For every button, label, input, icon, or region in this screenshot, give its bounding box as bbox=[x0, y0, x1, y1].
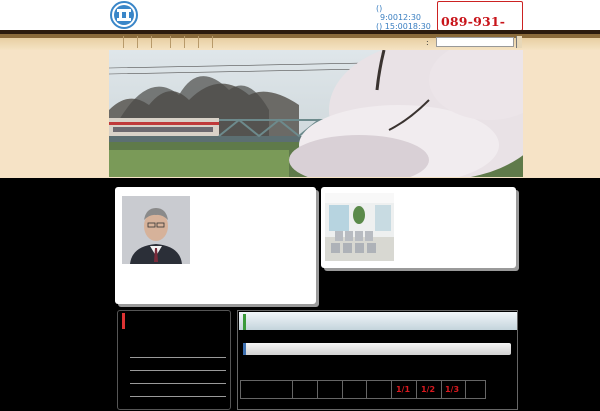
waiting-room-photo bbox=[325, 193, 394, 261]
sidebar-item-3[interactable] bbox=[130, 383, 226, 384]
nav-item-4[interactable] bbox=[152, 36, 171, 48]
main-panel-header bbox=[239, 312, 517, 330]
nav-item-6[interactable] bbox=[185, 36, 199, 48]
clinic-hours: () 9:0012:30 () 15:0018:30 bbox=[376, 4, 431, 31]
cherry-blossom-train-photo bbox=[109, 50, 523, 177]
phone-number-box[interactable]: 089-931-5811 bbox=[437, 1, 523, 44]
main-panel: 1/1 1/2 1/3 bbox=[237, 310, 518, 410]
calendar-table: 1/1 1/2 1/3 bbox=[240, 380, 486, 411]
sidebar-menu bbox=[117, 310, 231, 410]
hours-label: () bbox=[376, 4, 383, 13]
clinic-logo-icon[interactable] bbox=[110, 1, 138, 29]
calendar-cell bbox=[292, 381, 317, 398]
nav-item-7[interactable] bbox=[199, 36, 213, 48]
sidebar-accent bbox=[122, 313, 125, 329]
nav-item-5[interactable] bbox=[171, 36, 185, 48]
main-header-accent bbox=[243, 314, 246, 330]
search-label: : bbox=[426, 38, 429, 47]
doctor-card[interactable] bbox=[115, 187, 316, 304]
nav-item-3[interactable] bbox=[138, 36, 152, 48]
calendar-title-accent bbox=[243, 343, 246, 355]
calendar-cell bbox=[366, 381, 391, 398]
calendar-row-divider bbox=[240, 398, 486, 399]
global-nav bbox=[110, 36, 436, 50]
calendar-cell bbox=[317, 381, 342, 398]
nav-item-2[interactable] bbox=[124, 36, 138, 48]
calendar-date-1: 1/1 bbox=[395, 385, 411, 394]
calendar-cell bbox=[342, 381, 366, 398]
waiting-room-card[interactable] bbox=[321, 187, 516, 268]
search-input[interactable] bbox=[436, 37, 514, 47]
sidebar-item-4[interactable] bbox=[130, 396, 226, 397]
calendar-cell bbox=[465, 381, 486, 398]
sidebar-item-2[interactable] bbox=[130, 370, 226, 371]
calendar-cell bbox=[240, 381, 292, 398]
sidebar-item-1[interactable] bbox=[130, 357, 226, 358]
calendar-date-2: 1/2 bbox=[420, 385, 436, 394]
nav-item-1[interactable] bbox=[110, 36, 124, 48]
calendar-title-bar bbox=[243, 343, 511, 355]
calendar-date-3: 1/3 bbox=[444, 385, 460, 394]
doctor-portrait-photo bbox=[122, 196, 190, 264]
search-button[interactable] bbox=[516, 36, 522, 48]
morning-hours: 9:0012:30 bbox=[380, 13, 422, 22]
